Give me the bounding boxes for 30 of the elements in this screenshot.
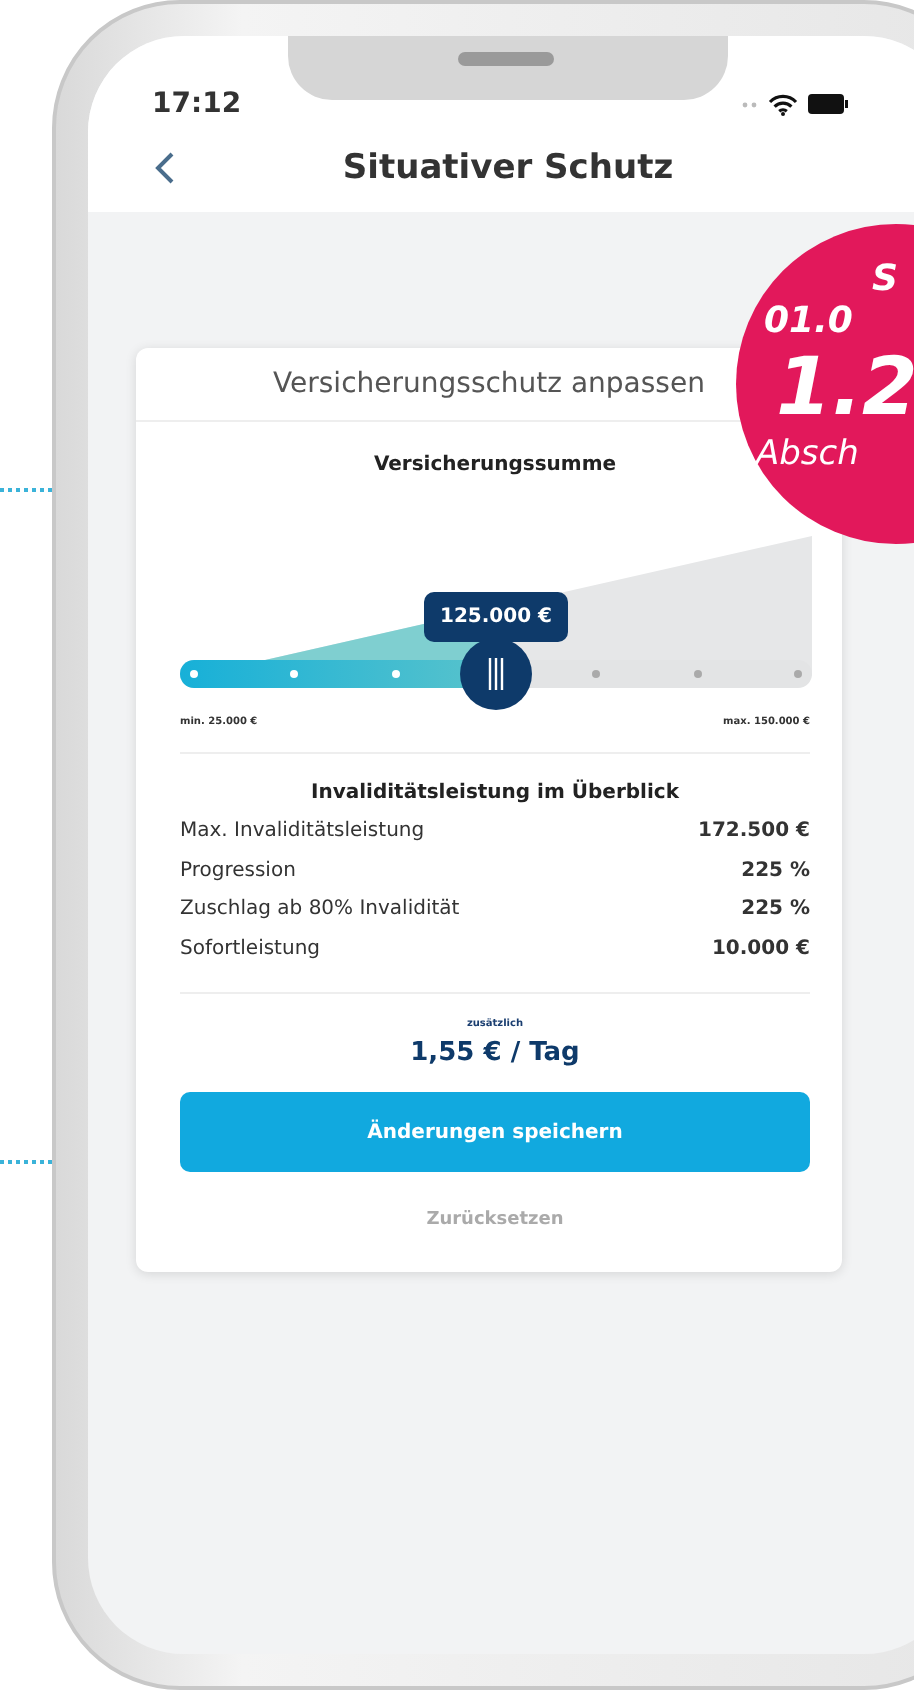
battery-icon xyxy=(808,94,848,114)
step-dot xyxy=(592,670,601,678)
step-dot xyxy=(693,670,702,678)
row-value: 225 % xyxy=(741,896,810,924)
step-dot xyxy=(190,670,198,678)
status-time: 17:12 xyxy=(152,88,242,120)
step-dot xyxy=(391,670,400,678)
row-value: 225 % xyxy=(741,857,810,885)
reset-link[interactable]: Zurücksetzen xyxy=(414,1208,576,1232)
row-label: Sofortleistung xyxy=(180,935,320,963)
row-value: 172.500 € xyxy=(698,818,810,846)
badge-text: 01.0 xyxy=(764,300,855,344)
badge-text: Absch xyxy=(756,432,861,476)
speaker-slot xyxy=(458,52,554,66)
step-dot xyxy=(794,670,802,678)
screen-title: Situativer Schutz xyxy=(340,148,676,188)
badge-text: S xyxy=(872,260,900,300)
row-label: Progression xyxy=(180,857,296,885)
slider-label: Versicherungssumme xyxy=(371,454,619,476)
signal-icon xyxy=(742,101,758,107)
step-dot xyxy=(290,670,299,678)
section-title: Invaliditätsleistung im Überblick xyxy=(309,782,681,804)
back-icon[interactable] xyxy=(152,150,176,186)
wifi-icon xyxy=(768,93,798,115)
row-label: Zuschlag ab 80% Invalidität xyxy=(180,896,460,924)
row-value: 10.000 € xyxy=(711,935,810,963)
save-button[interactable]: Änderungen speichern xyxy=(180,1092,810,1172)
row-label: Max. Invaliditätsleistung xyxy=(180,818,425,846)
grip-icon xyxy=(488,658,504,690)
price-amount: 1,55 € / Tag xyxy=(408,1038,582,1068)
